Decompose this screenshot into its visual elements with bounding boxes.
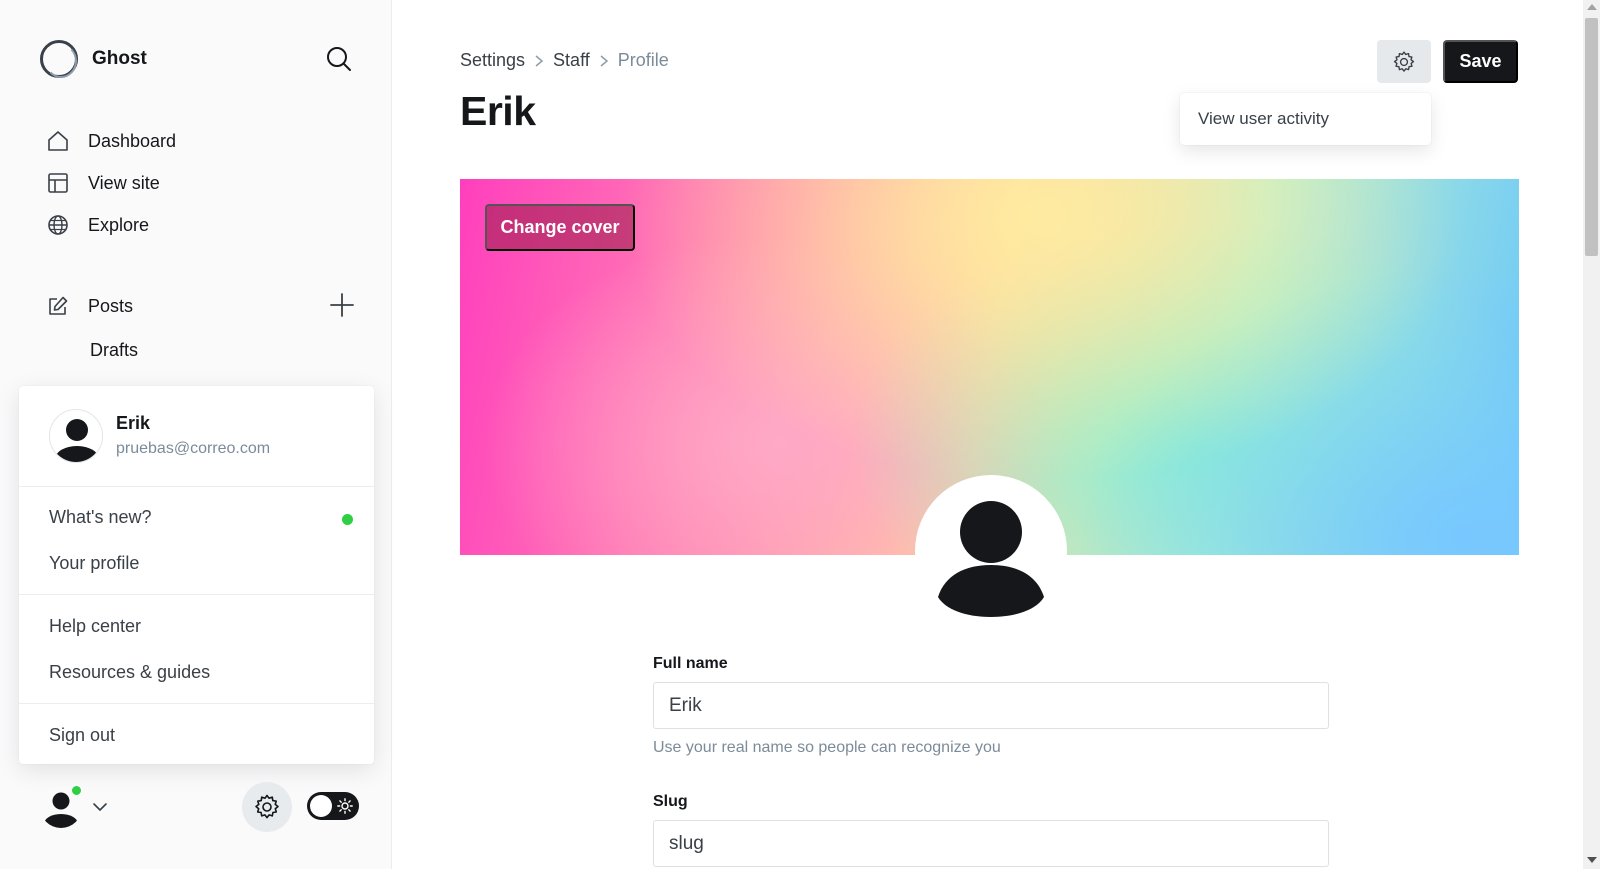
- breadcrumb-staff[interactable]: Staff: [553, 50, 590, 71]
- sidebar-item-explore[interactable]: Explore: [46, 213, 149, 237]
- online-status-dot: [70, 784, 83, 797]
- user-name: Erik: [116, 413, 151, 433]
- brand-name: Ghost: [92, 48, 147, 69]
- menu-item-resources-guides[interactable]: Resources & guides: [49, 662, 210, 683]
- user-actions-button[interactable]: [1377, 40, 1431, 83]
- user-avatar-icon: [49, 409, 103, 463]
- toggle-knob: [310, 795, 332, 817]
- page-title: Erik: [460, 88, 536, 134]
- theme-toggle[interactable]: [307, 792, 359, 820]
- menu-item-view-user-activity[interactable]: View user activity: [1198, 109, 1329, 129]
- ghost-logo-icon: [40, 40, 78, 78]
- page-scrollbar[interactable]: [1583, 0, 1600, 869]
- layout-icon: [46, 171, 70, 195]
- user-menu-popover: Erik pruebas@correo.com What's new? Your…: [19, 386, 374, 764]
- brand[interactable]: Ghost: [40, 40, 147, 78]
- menu-item-your-profile[interactable]: Your profile: [49, 553, 139, 574]
- new-indicator-dot: [342, 514, 353, 525]
- add-post-plus-icon[interactable]: [328, 291, 356, 319]
- scroll-down-arrow-icon[interactable]: [1587, 857, 1597, 863]
- gear-icon: [1393, 50, 1415, 72]
- sidebar-item-label: Explore: [88, 214, 150, 235]
- full-name-input[interactable]: [653, 682, 1329, 729]
- breadcrumb: Settings Staff Profile: [460, 50, 669, 71]
- scroll-up-arrow-icon[interactable]: [1587, 4, 1597, 10]
- menu-item-help-center[interactable]: Help center: [49, 616, 141, 637]
- change-cover-button[interactable]: Change cover: [485, 204, 635, 251]
- user-menu-header[interactable]: Erik pruebas@correo.com: [19, 386, 374, 487]
- globe-icon: [46, 213, 70, 237]
- user-avatar-icon: [938, 501, 1044, 617]
- search-icon[interactable]: [324, 44, 354, 74]
- chevron-down-icon[interactable]: [91, 798, 109, 816]
- divider: [19, 594, 374, 595]
- menu-item-sign-out[interactable]: Sign out: [49, 725, 115, 746]
- sun-icon: [337, 798, 353, 814]
- slug-input[interactable]: [653, 820, 1329, 867]
- chevron-right-icon: [535, 54, 544, 67]
- sidebar-item-view-site[interactable]: View site: [46, 171, 160, 195]
- save-button[interactable]: Save: [1443, 40, 1518, 83]
- home-icon: [46, 129, 70, 153]
- sidebar-item-posts[interactable]: Posts: [46, 294, 133, 318]
- chevron-right-icon: [600, 54, 608, 67]
- user-actions-dropdown: View user activity: [1180, 93, 1431, 145]
- divider: [19, 703, 374, 704]
- sidebar-item-label: View site: [88, 172, 160, 193]
- scrollbar-thumb[interactable]: [1585, 18, 1598, 256]
- gear-icon: [255, 794, 279, 819]
- profile-picture-avatar[interactable]: [915, 475, 1067, 627]
- settings-gear-button[interactable]: [242, 782, 292, 832]
- full-name-hint: Use your real name so people can recogni…: [653, 739, 1001, 756]
- sidebar-item-drafts[interactable]: Drafts: [90, 340, 138, 361]
- sidebar-item-dashboard[interactable]: Dashboard: [46, 129, 176, 153]
- user-email: pruebas@correo.com: [116, 440, 271, 457]
- breadcrumb-profile: Profile: [617, 50, 669, 70]
- sidebar-item-label: Dashboard: [88, 130, 177, 151]
- sidebar-item-label: Posts: [88, 295, 134, 316]
- breadcrumb-settings[interactable]: Settings: [460, 50, 525, 71]
- sidebar: Ghost Dashboard View site Explore Posts …: [0, 0, 392, 869]
- full-name-label: Full name: [653, 655, 728, 672]
- slug-label: Slug: [653, 793, 688, 810]
- menu-item-whats-new[interactable]: What's new?: [49, 507, 151, 528]
- edit-icon: [46, 294, 70, 318]
